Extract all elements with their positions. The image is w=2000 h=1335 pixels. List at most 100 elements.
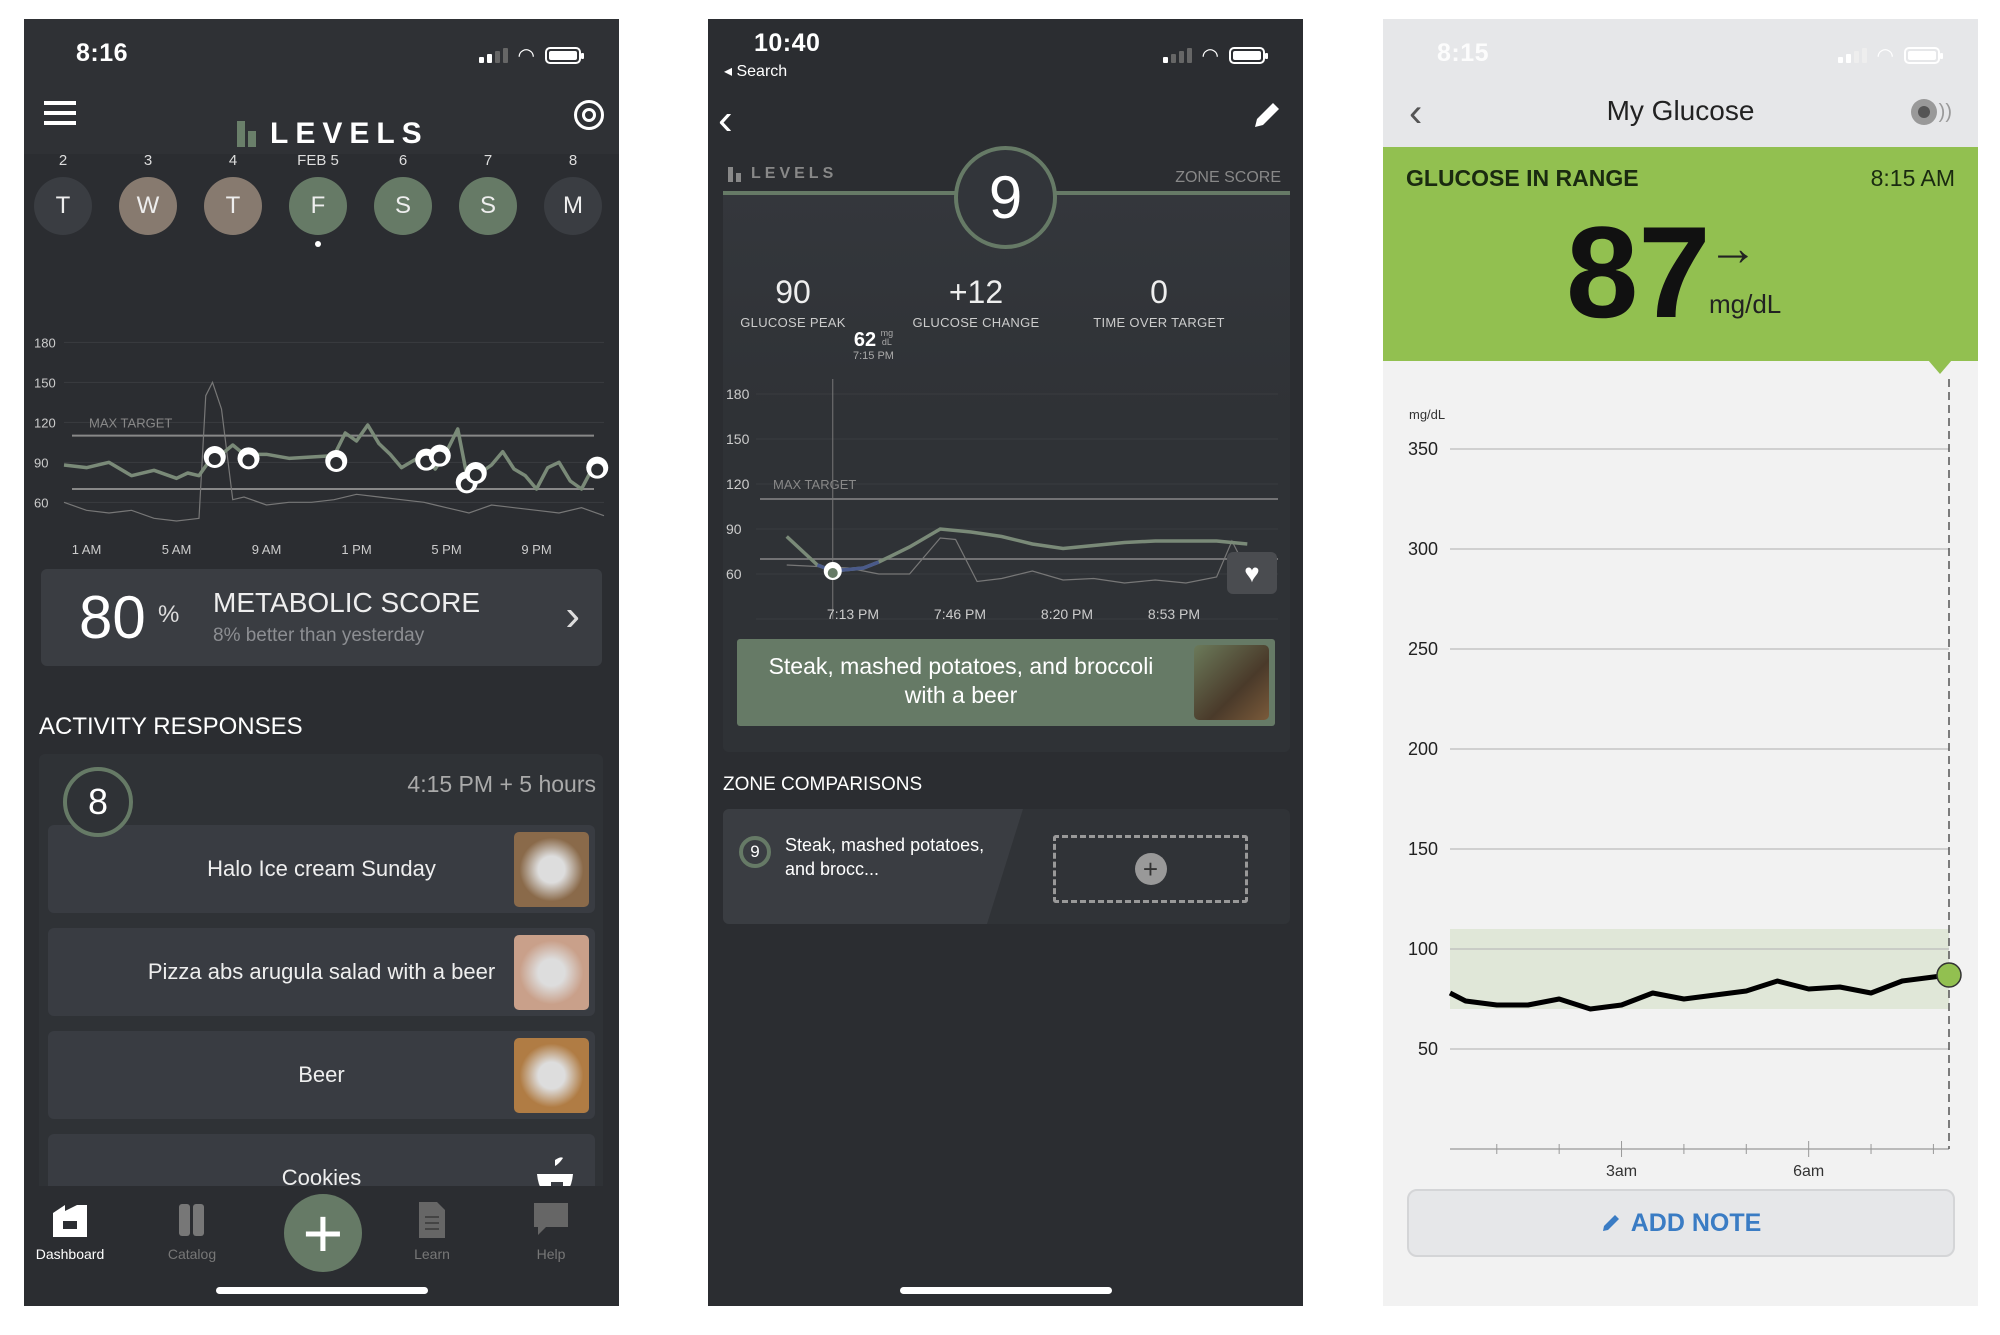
day-number: 6 [398,152,408,169]
day-3[interactable]: FEB 5 F [289,152,347,247]
glucose-history-chart[interactable]: mg/dL 50 100 150 200 250 300 350 3am 6am [1383,379,1978,1179]
x-tick-label: 9 PM [521,542,551,557]
back-app-label: Search [736,63,788,80]
current-reading-dot [1936,962,1962,988]
add-activity-button[interactable]: + [284,1194,362,1272]
y-tick-label: 150 [1408,839,1438,859]
sensor-signal-icon[interactable]: )) [1910,99,1952,125]
tab-catalog[interactable]: Catalog [142,1202,242,1262]
stat-label: GLUCOSE PEAK [740,315,846,330]
sleep-marker-icon[interactable] [586,456,609,479]
selected-day-dot [315,241,321,247]
x-tick-label: 9 AM [252,542,282,557]
metabolic-score-card[interactable]: 80 % METABOLIC SCORE 8% better than yest… [41,569,602,666]
metabolic-score-unit: % [158,601,180,628]
day-letter: F [310,192,326,219]
tab-help[interactable]: Help [501,1202,601,1262]
day-4[interactable]: 6S [374,152,432,235]
chevron-right-icon: › [565,591,580,640]
dashboard-screen: 8:16 ◠ LEVELS 2 T 3 W 4 T FEB 5F6S7S8M 180 150 1… [24,19,619,1306]
activity-label: Beer [298,1062,345,1087]
activity-item[interactable]: Halo Ice cream Sunday [48,825,595,913]
add-note-button[interactable]: ADD NOTE [1407,1189,1955,1257]
profile-target-icon[interactable] [574,100,604,130]
signal-icon [478,48,508,63]
home-indicator [899,1287,1112,1294]
day-6[interactable]: 8M [544,152,602,235]
wifi-icon: ◠ [517,45,535,67]
tooltip-time: 7:15 PM [853,350,894,362]
menu-icon[interactable] [44,101,76,125]
day-5[interactable]: 7S [459,152,517,235]
meal-response-chart[interactable]: 180 150 120 90 60 MAX TARGET 7:13 PM 7:46 PM 8:2… [708,379,1303,639]
y-tick-label: 90 [34,455,48,470]
meal-marker-icon[interactable] [237,447,260,470]
back-chevron-icon[interactable]: ‹ [718,95,733,145]
plus-icon: + [1134,853,1167,885]
day-0[interactable]: 2T [34,152,92,235]
status-icons: ◠ [1162,43,1268,68]
dashboard-icon [24,1202,120,1238]
y-tick-label: 120 [726,476,750,492]
y-tick-label: 200 [1408,739,1438,759]
logo-text: LEVELS [751,165,838,182]
day-2[interactable]: 4T [204,152,262,235]
home-indicator [215,1287,428,1294]
activity-photo [514,935,589,1010]
max-target-label: MAX TARGET [89,415,172,430]
add-note-label: ADD NOTE [1630,1208,1762,1237]
day-number: 2 [58,152,68,169]
status-icons: ◠ [1837,43,1943,68]
day-circle: M [544,177,602,235]
day-1[interactable]: 3W [119,152,177,235]
meal-card[interactable]: Steak, mashed potatoes, and broccoli wit… [737,639,1275,726]
meal-marker-icon[interactable] [325,450,348,472]
x-tick-label: 5 PM [431,542,461,557]
zone-comparisons-title: ZONE COMPARISONS [723,774,923,795]
battery-icon [1904,47,1943,64]
x-tick-label: 3am [1606,1163,1637,1179]
y-axis-unit: mg/dL [1409,407,1445,422]
edit-pencil-icon[interactable] [1251,101,1281,136]
day-letter: T [225,192,241,219]
previous-line [786,537,1248,584]
x-tick-label: 7:13 PM [827,606,879,622]
wifi-icon: ◠ [1201,45,1219,67]
battery-icon [545,47,584,64]
y-tick-label: 50 [1418,1039,1438,1059]
meal-marker-icon[interactable] [464,462,487,484]
back-to-search-link[interactable]: ◂ Search [724,61,787,81]
add-comparison-button[interactable]: + [1053,835,1248,903]
trend-arrow-icon: → [1708,220,1758,276]
daily-glucose-chart[interactable]: 180 150 120 90 60 MAX TARGET 1 AM 5 AM 9 AM 1 PM 5… [24,319,619,559]
tab-label: Dashboard [35,1246,105,1262]
app-logo: LEVELS [237,117,429,151]
tooltip-unit-bottom: dL [881,337,892,347]
activity-item[interactable]: Pizza abs arugula salad with a beer [48,928,595,1016]
activity-item[interactable]: Beer [48,1031,595,1119]
pencil-icon [1602,1215,1619,1231]
meal-marker-icon[interactable] [428,444,451,467]
favorite-heart-button[interactable]: ♥ [1227,552,1277,594]
activity-label: Pizza abs arugula salad with a beer [147,959,496,984]
y-tick-label: 180 [726,386,750,402]
day-letter: T [55,192,71,219]
battery-icon [1229,47,1268,64]
y-tick-label: 180 [34,335,56,350]
meal-marker-icon[interactable] [823,562,842,580]
x-tick-label: 8:20 PM [1041,606,1093,622]
plus-icon: + [302,1194,344,1272]
screen-title: My Glucose [1606,95,1755,126]
status-icons: ◠ [478,43,584,68]
app-name: LEVELS [270,117,429,150]
day-circle: T [34,177,92,235]
day-letter: S [479,192,496,219]
glucose-unit: mg/dL [1709,289,1782,319]
stat-value: +12 [948,274,1004,310]
tab-learn[interactable]: Learn [382,1202,482,1262]
comparison-label: Steak, mashed potatoes, and brocc... [785,835,985,879]
workout-marker-icon[interactable] [203,446,226,468]
tab-dashboard[interactable]: Dashboard [24,1202,120,1262]
glucose-status-banner: GLUCOSE IN RANGE 8:15 AM 87 → mg/dL [1383,147,1978,361]
y-tick-label: 350 [1408,439,1438,459]
